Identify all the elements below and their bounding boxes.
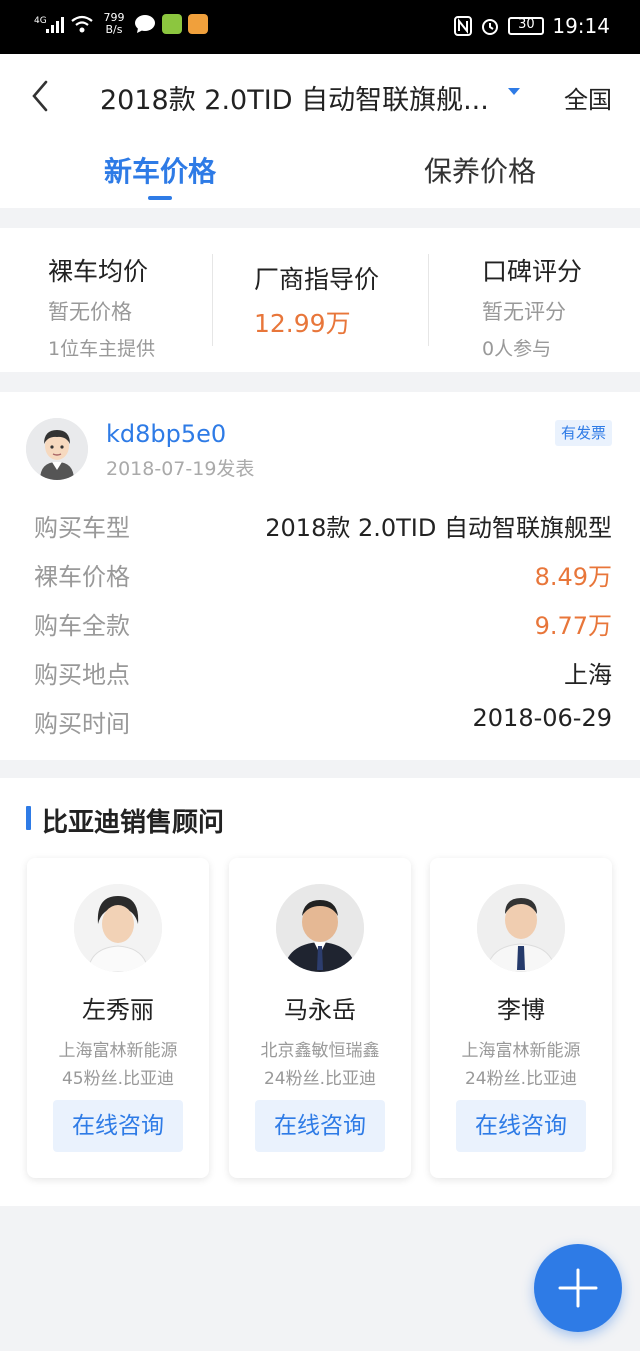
advisor-photo [276, 884, 364, 972]
net-speed: 799 B/s [100, 12, 128, 36]
info-key: 购买车型 [34, 514, 130, 542]
car-model-title[interactable]: 2018款 2.0TID 自动智联旗舰... [100, 78, 510, 117]
advisor-dealer: 上海富林新能源 [58, 1041, 178, 1061]
nfc-icon [454, 16, 473, 36]
online-consult-button[interactable]: 在线咨询 [255, 1100, 385, 1152]
avg-bare-price[interactable]: 裸车均价 暂无价格 1位车主提供 [48, 252, 155, 396]
msrp: 厂商指导价 12.99万 [254, 260, 379, 404]
tab-new-car-price[interactable]: 新车价格 [104, 150, 216, 190]
divider [212, 254, 213, 346]
advisor-fans: 24粉丝.比亚迪 [464, 1069, 578, 1089]
tab-maintenance-price[interactable]: 保养价格 [424, 150, 536, 190]
advisor-card[interactable]: 左秀丽 上海富林新能源 45粉丝.比亚迪 在线咨询 [27, 858, 209, 1178]
advisor-card[interactable]: 马永岳 北京鑫敏恒瑞鑫 24粉丝.比亚迪 在线咨询 [229, 858, 411, 1178]
network-type: 4G [34, 16, 47, 26]
info-row-total-price: 购车全款 9.77万 [34, 606, 612, 646]
rating-label: 口碑评分 [482, 257, 583, 286]
advisor-photo [477, 884, 565, 972]
info-value: 上海 [564, 661, 612, 689]
rating-value: 暂无评分 [482, 300, 566, 324]
sales-advisors-section: 比亚迪销售顾问 左秀丽 上海富林新能源 45粉丝.比亚迪 在线咨询 马永岳 北京… [0, 778, 640, 1206]
add-button[interactable] [534, 1244, 622, 1332]
advisor-fans: 45粉丝.比亚迪 [61, 1069, 175, 1089]
info-value: 8.49万 [534, 563, 612, 591]
msrp-value: 12.99万 [254, 309, 351, 338]
online-consult-button[interactable]: 在线咨询 [456, 1100, 586, 1152]
info-row-location: 购买地点 上海 [34, 655, 612, 695]
app-icon-orange [188, 14, 208, 34]
username[interactable]: kd8bp5e0 [106, 420, 226, 448]
battery-level: 30 [518, 17, 535, 32]
price-summary: 裸车均价 暂无价格 1位车主提供 厂商指导价 12.99万 口碑评分 暂无评分 … [0, 228, 640, 372]
advisor-dealer: 北京鑫敏恒瑞鑫 [260, 1041, 380, 1061]
info-row-bare-price: 裸车价格 8.49万 [34, 557, 612, 597]
avg-bare-price-note: 1位车主提供 [48, 338, 156, 360]
rating-note: 0人参与 [482, 338, 552, 360]
signal-icon: 4G [34, 16, 64, 33]
info-key: 购车全款 [34, 612, 130, 640]
online-consult-button[interactable]: 在线咨询 [53, 1100, 183, 1152]
advisor-portrait-icon [276, 884, 364, 972]
advisor-name: 左秀丽 [82, 996, 154, 1024]
status-left: 4G 799 B/s [34, 12, 208, 36]
msrp-label: 厂商指导价 [254, 265, 380, 294]
dropdown-caret-icon[interactable] [508, 88, 520, 95]
publish-date: 2018-07-19发表 [106, 458, 255, 480]
divider [428, 254, 429, 346]
avg-bare-price-value: 暂无价格 [48, 300, 132, 324]
info-value: 2018-06-29 [472, 704, 612, 732]
info-key: 裸车价格 [34, 563, 130, 591]
section-marker [26, 806, 31, 830]
advisor-card[interactable]: 李博 上海富林新能源 24粉丝.比亚迪 在线咨询 [430, 858, 612, 1178]
info-row-model: 购买车型 2018款 2.0TID 自动智联旗舰型 [34, 508, 612, 548]
region-selector[interactable]: 全国 [564, 80, 612, 115]
alarm-icon [482, 19, 499, 35]
header: 2018款 2.0TID 自动智联旗舰... 全国 新车价格 保养价格 [0, 54, 640, 208]
plus-icon [558, 1268, 598, 1308]
wifi-icon [71, 15, 93, 33]
info-key: 购买地点 [34, 661, 130, 689]
advisor-name: 李博 [497, 996, 545, 1024]
advisor-photo [74, 884, 162, 972]
status-right: 30 19:14 [454, 14, 610, 38]
avg-bare-price-label: 裸车均价 [48, 257, 149, 286]
advisor-fans: 24粉丝.比亚迪 [263, 1069, 377, 1089]
advisor-portrait-icon [477, 884, 565, 972]
info-row-date: 购买时间 2018-06-29 [34, 704, 612, 744]
info-key: 购买时间 [34, 710, 130, 738]
app-icon-green [162, 14, 182, 34]
section-title: 比亚迪销售顾问 [42, 808, 225, 838]
rating[interactable]: 口碑评分 暂无评分 0人参与 [482, 252, 582, 396]
avatar[interactable] [26, 418, 88, 480]
clock: 19:14 [552, 14, 610, 38]
owner-price-card[interactable]: kd8bp5e0 2018-07-19发表 有发票 购买车型 2018款 2.0… [0, 392, 640, 760]
invoice-badge: 有发票 [554, 420, 612, 446]
info-value: 9.77万 [534, 612, 612, 640]
net-speed-unit: B/s [105, 23, 123, 36]
advisor-name: 马永岳 [284, 996, 356, 1024]
info-value: 2018款 2.0TID 自动智联旗舰型 [265, 514, 612, 542]
user-avatar-icon [26, 418, 88, 480]
status-bar: 4G 799 B/s 30 19:14 [0, 0, 640, 54]
back-icon[interactable] [26, 76, 56, 116]
advisor-dealer: 上海富林新能源 [461, 1041, 581, 1061]
battery-icon: 30 [508, 17, 545, 35]
advisor-portrait-icon [74, 884, 162, 972]
message-icon [135, 15, 155, 33]
active-tab-indicator [148, 196, 172, 200]
